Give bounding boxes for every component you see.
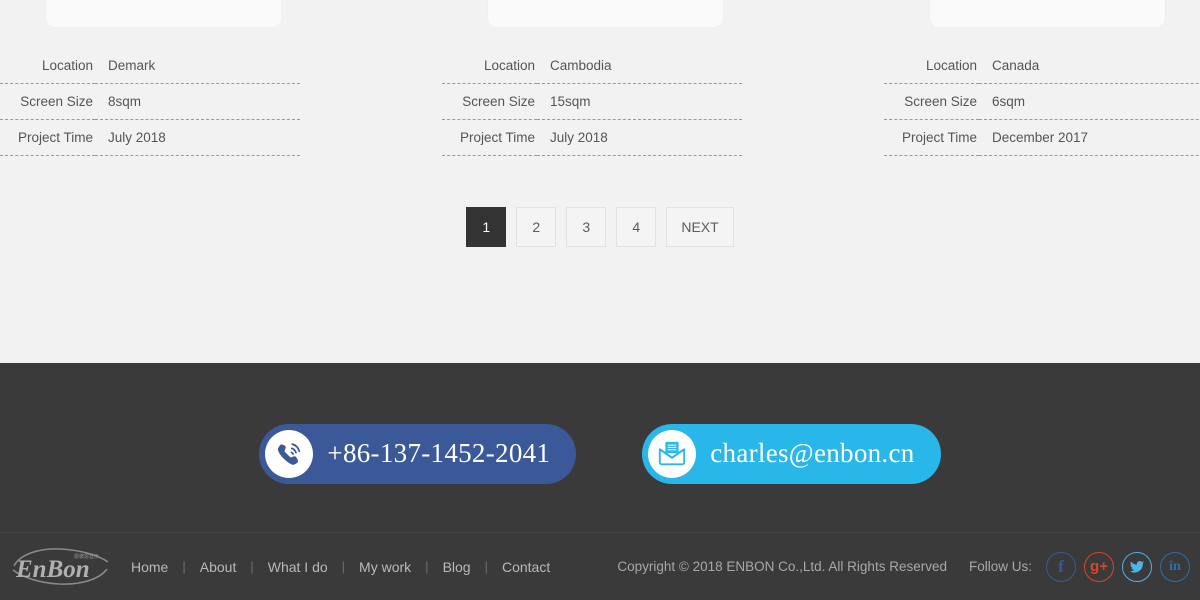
spec-label: Project Time (442, 120, 537, 156)
spec-value: Cambodia (537, 48, 742, 84)
nav-separator: | (425, 559, 429, 574)
spec-label: Location (0, 48, 95, 84)
spec-value: July 2018 (95, 120, 300, 156)
page-root: Location Screen Size Project Time Demark… (0, 0, 1200, 600)
project-spec-block-2: Location Screen Size Project Time Cambod… (442, 48, 742, 156)
follow-us-label: Follow Us: (968, 559, 1032, 574)
spec-value: 6sqm (979, 84, 1200, 120)
spec-value-column: Canada 6sqm December 2017 (979, 48, 1200, 156)
google-plus-icon[interactable]: g+ (1084, 551, 1114, 582)
nav-separator: | (250, 559, 254, 574)
pagination-next-button[interactable]: NEXT (666, 207, 734, 247)
project-cards-image-strip (0, 0, 1200, 40)
footer-nav-blog[interactable]: Blog (443, 559, 471, 575)
copyright-text: Copyright © 2018 ENBON Co.,Ltd. All Righ… (617, 559, 947, 574)
envelope-icon (648, 429, 697, 478)
email-contact-button[interactable]: charles@enbon.cn (642, 423, 941, 484)
phone-contact-button[interactable]: +86-137-1452-2041 (259, 423, 577, 484)
spec-label: Screen Size (442, 84, 537, 120)
footer-nav-what-i-do[interactable]: What I do (268, 559, 328, 575)
spec-label: Project Time (0, 120, 95, 156)
spec-value: December 2017 (979, 120, 1200, 156)
project-card-image-1[interactable] (45, 0, 282, 28)
pagination-page-4[interactable]: 4 (616, 207, 657, 247)
contact-band: +86-137-1452-2041 charles@enbon.cn (0, 363, 1200, 532)
spec-label: Location (884, 48, 979, 84)
project-spec-block-1: Location Screen Size Project Time Demark… (0, 48, 300, 156)
nav-separator: | (341, 559, 346, 574)
project-spec-block-3: Location Screen Size Project Time Canada… (884, 48, 1200, 156)
svg-text:EnBon: EnBon (15, 556, 90, 583)
footer-left-group: EnBon 恩彼恩显示 Home | About | What I do | M… (0, 544, 550, 590)
facebook-icon[interactable]: f (1046, 551, 1076, 582)
spec-label-column: Location Screen Size Project Time (0, 48, 95, 156)
spec-label-column: Location Screen Size Project Time (884, 48, 979, 156)
footer-nav-home[interactable]: Home (131, 559, 168, 575)
pagination-page-2[interactable]: 2 (516, 207, 557, 247)
spec-value: 8sqm (95, 84, 300, 120)
spec-value-column: Cambodia 15sqm July 2018 (537, 48, 742, 156)
email-address-label: charles@enbon.cn (710, 438, 915, 468)
spec-label: Project Time (884, 120, 979, 156)
pagination: 1 2 3 4 NEXT (0, 207, 1200, 247)
spec-label-column: Location Screen Size Project Time (442, 48, 537, 156)
linkedin-icon[interactable]: in (1160, 551, 1190, 582)
social-links: f g+ in (1046, 551, 1190, 582)
footer-nav: Home | About | What I do | My work | Blo… (131, 559, 550, 575)
spec-value-column: Demark 8sqm July 2018 (95, 48, 300, 156)
pagination-page-3[interactable]: 3 (566, 207, 607, 247)
enbon-logo[interactable]: EnBon 恩彼恩显示 (8, 544, 113, 590)
project-card-image-2[interactable] (487, 0, 724, 28)
footer-bar: EnBon 恩彼恩显示 Home | About | What I do | M… (0, 532, 1200, 600)
project-specs: Location Screen Size Project Time Demark… (0, 48, 1200, 160)
footer-nav-my-work[interactable]: My work (359, 559, 411, 575)
spec-value: 15sqm (537, 84, 742, 120)
nav-separator: | (484, 559, 488, 574)
spec-value: July 2018 (537, 120, 742, 156)
pagination-page-1[interactable]: 1 (466, 207, 507, 247)
spec-value: Demark (95, 48, 300, 84)
svg-text:恩彼恩显示: 恩彼恩显示 (74, 553, 99, 560)
footer-nav-contact[interactable]: Contact (502, 559, 550, 575)
spec-label: Location (442, 48, 537, 84)
nav-separator: | (182, 559, 186, 574)
footer-right-group: Copyright © 2018 ENBON Co.,Ltd. All Righ… (617, 551, 1200, 582)
phone-number-label: +86-137-1452-2041 (327, 438, 551, 468)
spec-label: Screen Size (0, 84, 95, 120)
project-card-image-3[interactable] (929, 0, 1166, 28)
spec-value: Canada (979, 48, 1200, 84)
spec-label: Screen Size (884, 84, 979, 120)
phone-icon (265, 429, 314, 478)
contact-buttons: +86-137-1452-2041 charles@enbon.cn (0, 363, 1200, 532)
footer-nav-about[interactable]: About (200, 559, 237, 575)
twitter-icon[interactable] (1122, 551, 1152, 582)
